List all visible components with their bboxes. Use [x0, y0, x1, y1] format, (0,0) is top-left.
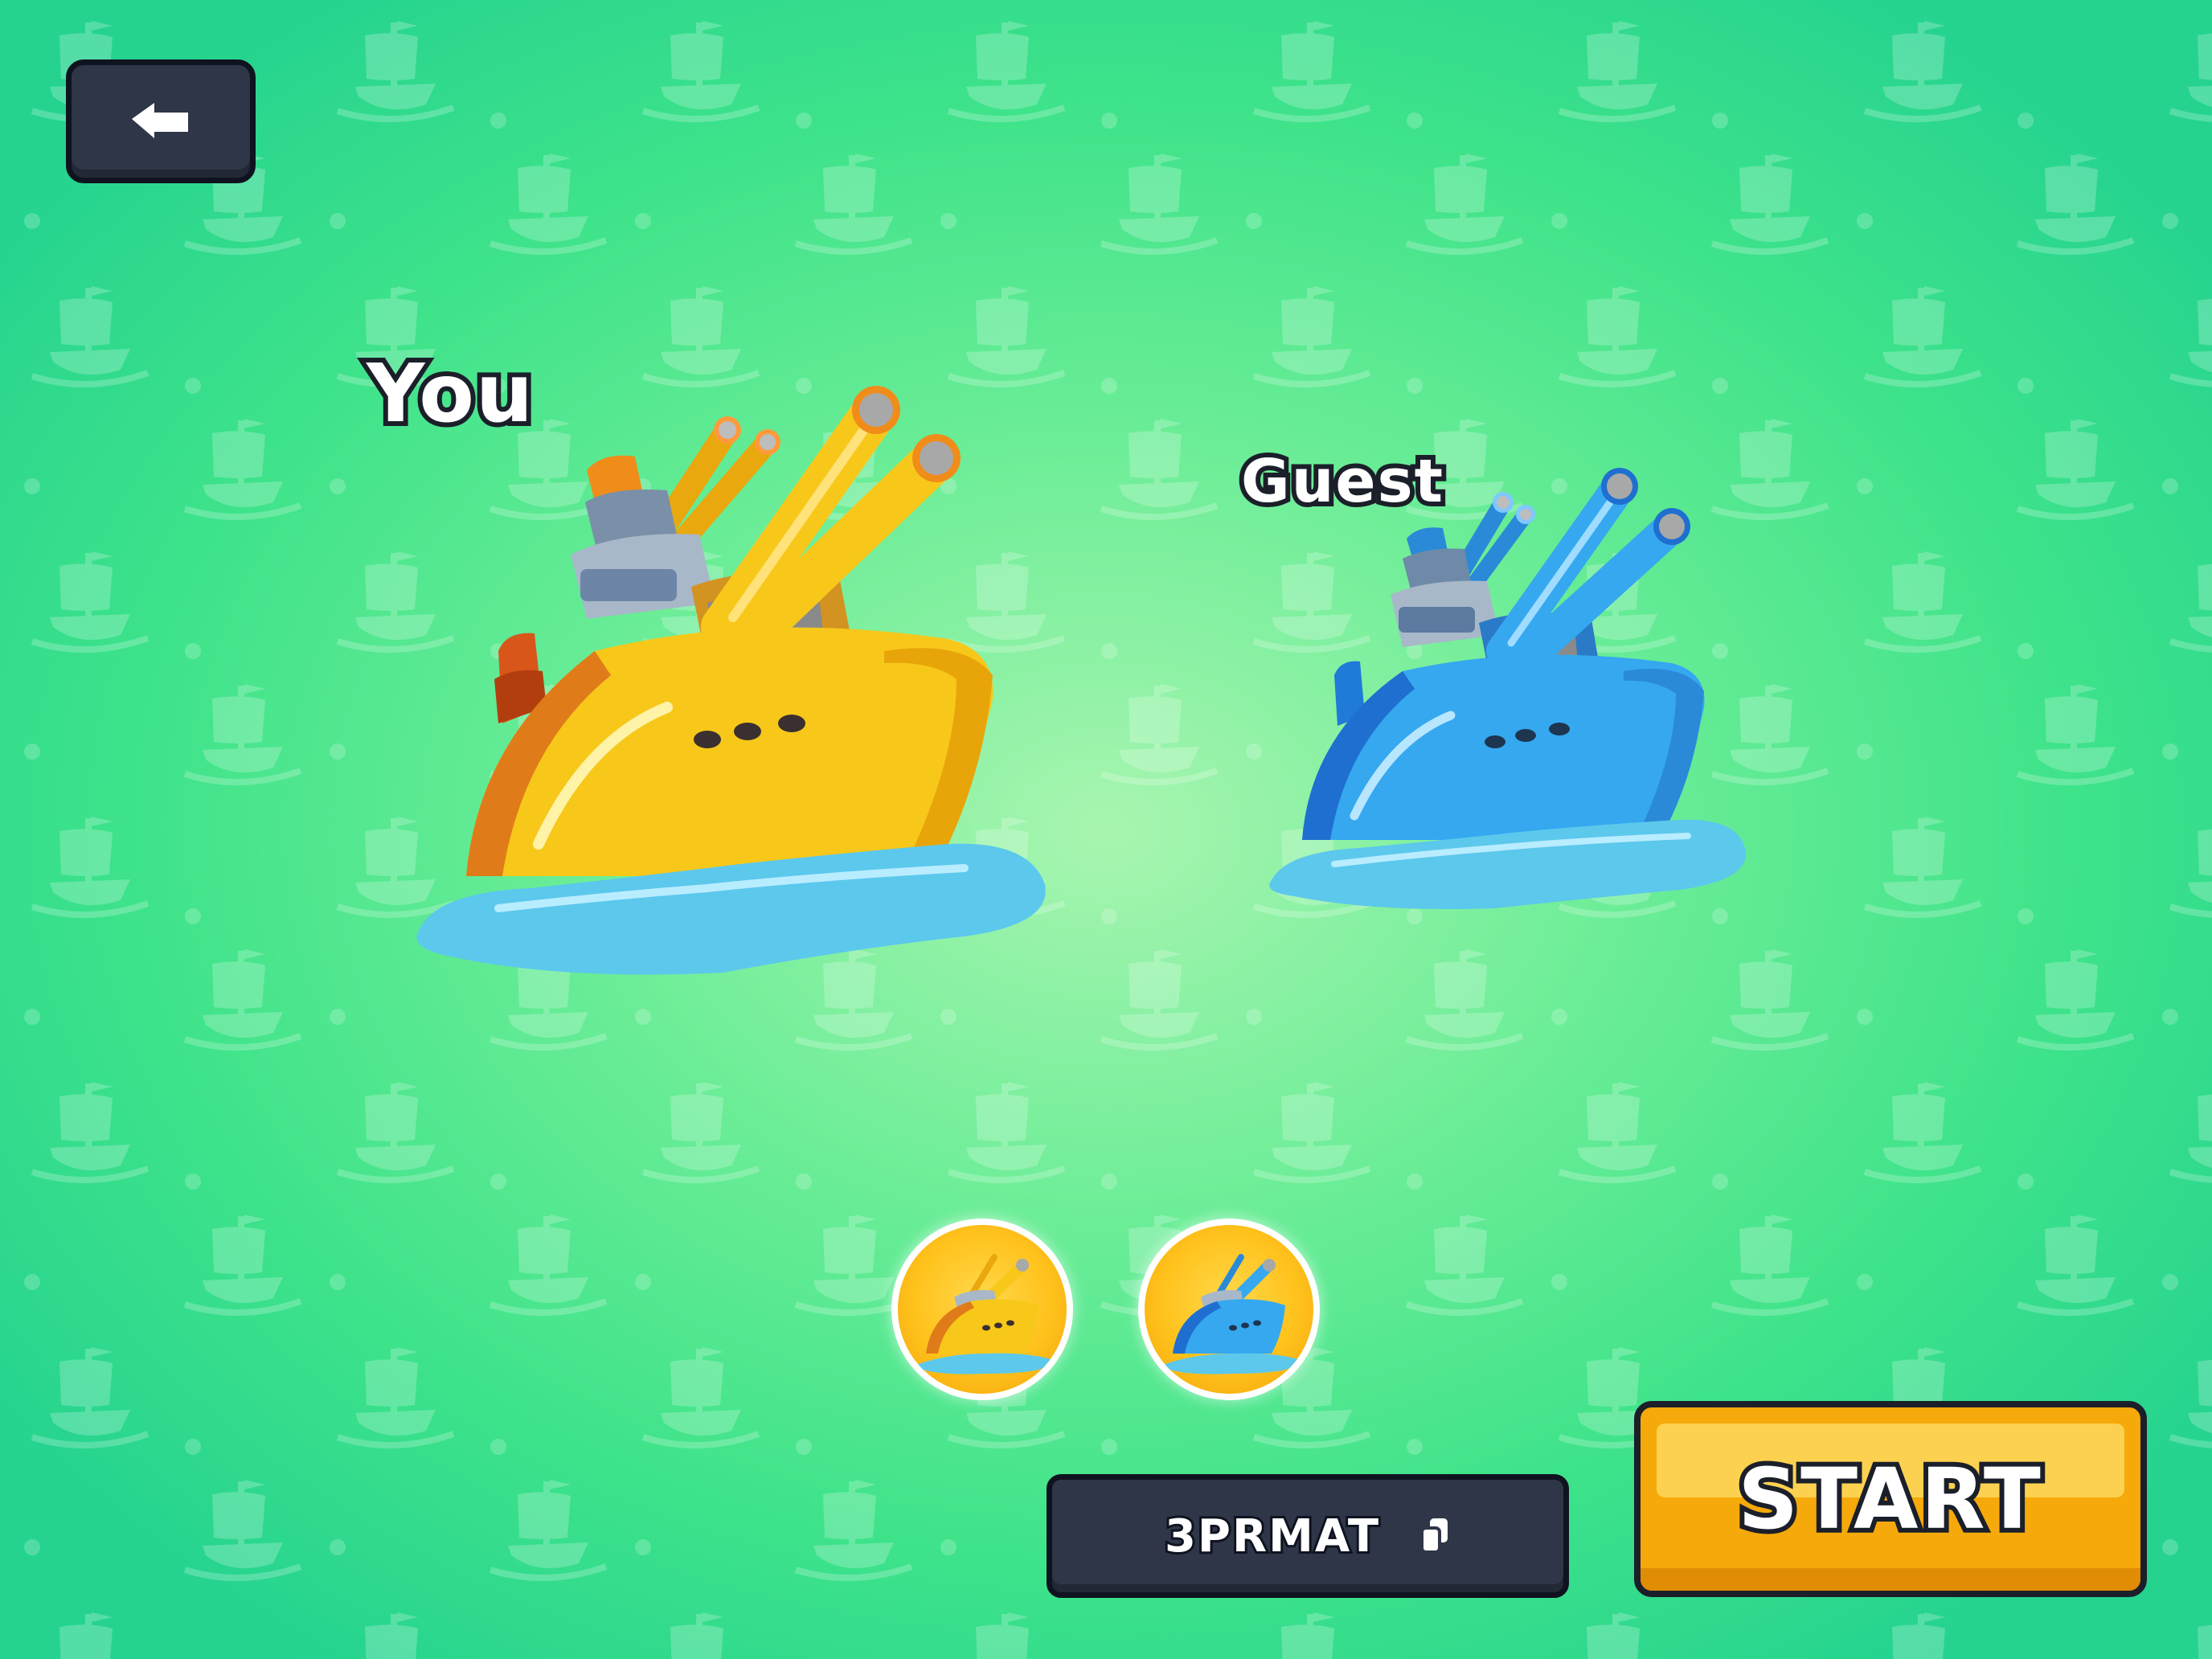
- start-button-label: START: [1733, 1445, 2046, 1553]
- yellow-ship-icon: [914, 1254, 1055, 1374]
- start-button-shadow: [1641, 1568, 2140, 1591]
- back-arrow-icon: [132, 103, 188, 138]
- player-ship-blue: [1269, 468, 1747, 909]
- room-code-button[interactable]: 3PRMAT: [1047, 1474, 1569, 1598]
- blue-ship-icon: [1161, 1254, 1301, 1374]
- player-ship-yellow: [416, 386, 1046, 975]
- room-code-text: 3PRMAT: [1162, 1508, 1381, 1565]
- ship-selector-yellow[interactable]: [891, 1219, 1073, 1400]
- back-button[interactable]: [66, 59, 256, 183]
- ship-selector-blue[interactable]: [1138, 1219, 1320, 1400]
- start-button[interactable]: START: [1634, 1401, 2147, 1597]
- copy-icon: [1420, 1518, 1448, 1554]
